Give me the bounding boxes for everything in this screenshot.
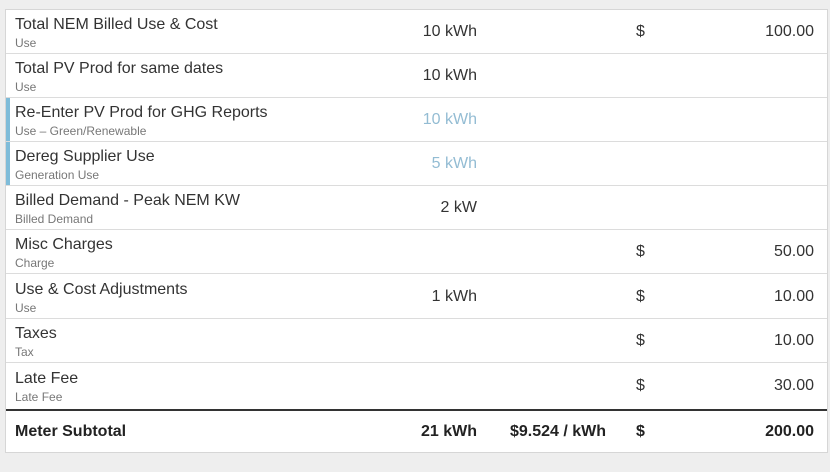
row-sublabel: Use [15, 301, 37, 315]
row-quantity: 2 kW [440, 199, 477, 216]
table-row[interactable]: Re-Enter PV Prod for GHG Reports Use – G… [6, 98, 827, 142]
row-quantity: 10 kWh [422, 23, 477, 40]
row-label: Use & Cost Adjustments [15, 281, 188, 298]
row-label: Billed Demand - Peak NEM KW [15, 192, 240, 209]
table-row[interactable]: Total PV Prod for same dates Use 10 kWh [6, 54, 827, 98]
row-amount: 100.00 [765, 23, 814, 40]
row-amount: 10.00 [773, 288, 814, 305]
row-quantity: 10 kWh [422, 67, 477, 84]
row-amount: 50.00 [773, 243, 814, 260]
table-row[interactable]: Use & Cost Adjustments Use 1 kWh $ 10.00 [6, 275, 827, 319]
currency-symbol: $ [636, 23, 645, 40]
row-label: Total NEM Billed Use & Cost [15, 16, 218, 33]
row-sublabel: Billed Demand [15, 212, 94, 226]
table-row[interactable]: Taxes Tax $ 10.00 [6, 319, 827, 363]
table-row[interactable]: Misc Charges Charge $ 50.00 [6, 230, 827, 274]
currency-symbol: $ [636, 423, 645, 440]
row-quantity: 5 kWh [431, 155, 477, 172]
currency-symbol: $ [636, 243, 645, 260]
table-row[interactable]: Total NEM Billed Use & Cost Use 10 kWh $… [6, 10, 827, 54]
row-quantity: 1 kWh [431, 288, 477, 305]
table-row[interactable]: Billed Demand - Peak NEM KW Billed Deman… [6, 186, 827, 230]
currency-symbol: $ [636, 288, 645, 305]
row-accent-bar [6, 98, 10, 141]
row-label: Late Fee [15, 370, 79, 387]
row-amount: 30.00 [773, 377, 814, 394]
row-accent-bar [6, 142, 10, 185]
currency-symbol: $ [636, 377, 645, 394]
row-sublabel: Use [15, 80, 37, 94]
subtotal-rate: $9.524 / kWh [509, 423, 606, 440]
row-sublabel: Late Fee [15, 390, 63, 404]
currency-symbol: $ [636, 332, 645, 349]
row-label: Taxes [15, 325, 57, 342]
row-sublabel: Tax [15, 345, 34, 359]
row-sublabel: Use – Green/Renewable [15, 124, 147, 138]
subtotal-quantity: 21 kWh [420, 423, 477, 440]
row-sublabel: Charge [15, 256, 55, 270]
row-label: Re-Enter PV Prod for GHG Reports [15, 104, 268, 121]
row-label: Misc Charges [15, 236, 113, 253]
meter-cost-table: Total NEM Billed Use & Cost Use 10 kWh $… [5, 9, 828, 453]
subtotal-row: Meter Subtotal 21 kWh $9.524 / kWh $ 200… [6, 409, 827, 453]
row-amount: 10.00 [773, 332, 814, 349]
subtotal-amount: 200.00 [765, 423, 814, 440]
row-sublabel: Use [15, 36, 37, 50]
subtotal-label: Meter Subtotal [15, 423, 127, 440]
table-row[interactable]: Dereg Supplier Use Generation Use 5 kWh [6, 142, 827, 186]
row-label: Dereg Supplier Use [15, 148, 155, 165]
table-row[interactable]: Late Fee Late Fee $ 30.00 [6, 364, 827, 408]
row-label: Total PV Prod for same dates [15, 60, 224, 77]
row-quantity: 10 kWh [422, 111, 477, 128]
row-sublabel: Generation Use [15, 168, 100, 182]
